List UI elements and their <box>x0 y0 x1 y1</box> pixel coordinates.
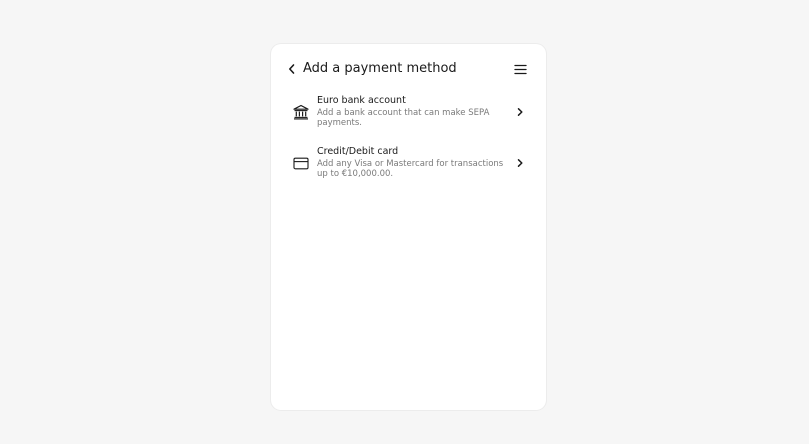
chevron-left-icon <box>288 64 295 74</box>
chevron-right-icon <box>514 105 526 119</box>
chevron-right-icon <box>514 156 526 170</box>
option-credit-debit-card[interactable]: Credit/Debit card Add any Visa or Master… <box>283 144 535 186</box>
option-title: Credit/Debit card <box>317 146 399 157</box>
hamburger-menu-icon <box>513 64 527 74</box>
back-button[interactable] <box>284 61 300 77</box>
bank-icon <box>292 103 310 121</box>
option-euro-bank-account[interactable]: Euro bank account Add a bank account tha… <box>283 93 535 135</box>
option-description: Add any Visa or Mastercard for transacti… <box>317 158 504 180</box>
panel-header: Add a payment method <box>271 44 546 94</box>
option-description: Add a bank account that can make SEPA pa… <box>317 107 490 129</box>
payment-method-panel: Add a payment method Euro bank account A… <box>271 44 546 410</box>
credit-card-icon <box>292 154 310 172</box>
page-title: Add a payment method <box>303 61 457 76</box>
menu-button[interactable] <box>512 61 528 77</box>
option-title: Euro bank account <box>317 95 406 106</box>
